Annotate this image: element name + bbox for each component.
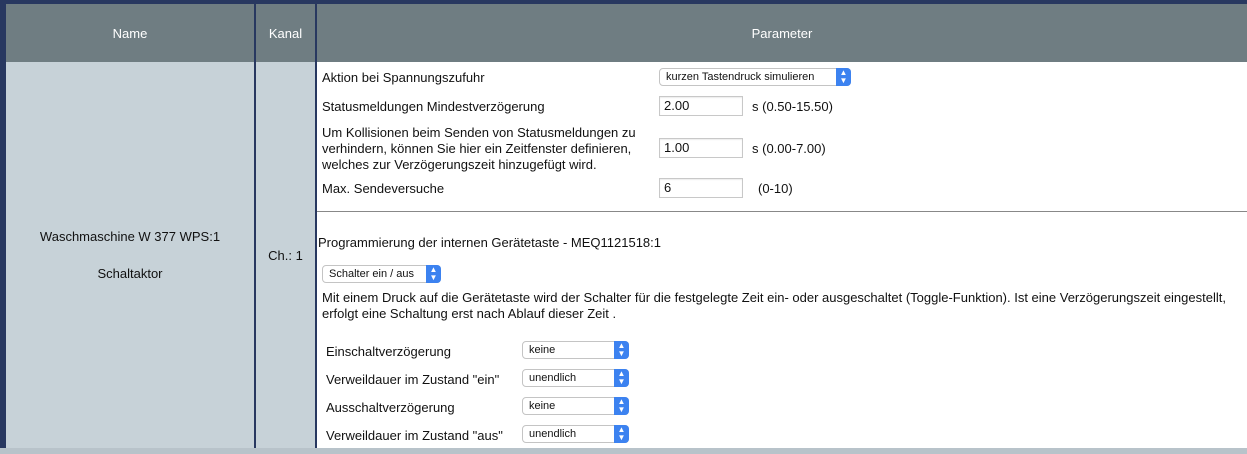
switch-off-delay-value: keine	[529, 400, 556, 412]
table-bottom-border	[0, 448, 1247, 454]
power-on-action-select[interactable]: kurzen Tastendruck simulieren ▲ ▼	[659, 68, 851, 86]
on-duration-label: Verweildauer im Zustand "ein"	[326, 372, 500, 387]
column-separator	[315, 4, 317, 448]
header-name: Name	[6, 4, 254, 62]
status-delay-range: s (0.50-15.50)	[752, 99, 833, 114]
switch-on-delay-value: keine	[529, 344, 556, 356]
section-divider	[317, 211, 1247, 212]
parameter-cell	[317, 62, 1247, 448]
off-duration-select[interactable]: unendlich ▲ ▼	[522, 425, 629, 443]
on-duration-value: unendlich	[529, 372, 577, 384]
on-duration-select[interactable]: unendlich ▲ ▼	[522, 369, 629, 387]
chevron-updown-icon: ▲ ▼	[426, 265, 441, 283]
collision-range: s (0.00-7.00)	[752, 141, 826, 156]
programming-mode-value: Schalter ein / aus	[329, 268, 414, 280]
programming-description: Mit einem Druck auf die Gerätetaste wird…	[322, 290, 1226, 321]
status-delay-input[interactable]: 2.00	[659, 96, 743, 116]
power-on-action-label: Aktion bei Spannungszufuhr	[322, 70, 485, 85]
column-separator	[254, 4, 256, 448]
off-duration-label: Verweildauer im Zustand "aus"	[326, 428, 503, 443]
channel-label: Ch.: 1	[268, 247, 303, 263]
programming-title: Programmierung der internen Gerätetaste …	[318, 235, 661, 250]
device-name-cell: Waschmaschine W 377 WPS:1 Schaltaktor	[6, 62, 254, 448]
switch-off-delay-select[interactable]: keine ▲ ▼	[522, 397, 629, 415]
collision-label: Um Kollisionen beim Senden von Statusmel…	[322, 125, 636, 172]
power-on-action-value: kurzen Tastendruck simulieren	[666, 71, 815, 83]
table-top-border	[0, 0, 1247, 4]
chevron-updown-icon: ▲ ▼	[614, 397, 629, 415]
off-duration-value: unendlich	[529, 428, 577, 440]
max-send-label: Max. Sendeversuche	[322, 181, 445, 196]
collision-input[interactable]: 1.00	[659, 138, 743, 158]
chevron-updown-icon: ▲ ▼	[614, 341, 629, 359]
chevron-updown-icon: ▲ ▼	[614, 369, 629, 387]
switch-off-delay-label: Ausschaltverzögerung	[326, 400, 455, 415]
max-send-input[interactable]: 6	[659, 178, 743, 198]
chevron-updown-icon: ▲ ▼	[836, 68, 851, 86]
device-parameter-table: Name Kanal Parameter Waschmaschine W 377…	[0, 0, 1247, 454]
header-kanal: Kanal	[256, 4, 315, 62]
switch-on-delay-label: Einschaltverzögerung	[326, 344, 452, 359]
switch-on-delay-select[interactable]: keine ▲ ▼	[522, 341, 629, 359]
header-parameter: Parameter	[317, 4, 1247, 62]
chevron-updown-icon: ▲ ▼	[614, 425, 629, 443]
device-name: Waschmaschine W 377 WPS:1	[39, 229, 221, 244]
programming-mode-select[interactable]: Schalter ein / aus ▲ ▼	[322, 265, 441, 283]
table-left-border	[0, 0, 6, 454]
max-send-range: (0-10)	[758, 181, 793, 196]
channel-cell: Ch.: 1	[256, 62, 315, 448]
status-delay-label: Statusmeldungen Mindestverzögerung	[322, 99, 545, 114]
device-type: Schaltaktor	[97, 266, 163, 281]
